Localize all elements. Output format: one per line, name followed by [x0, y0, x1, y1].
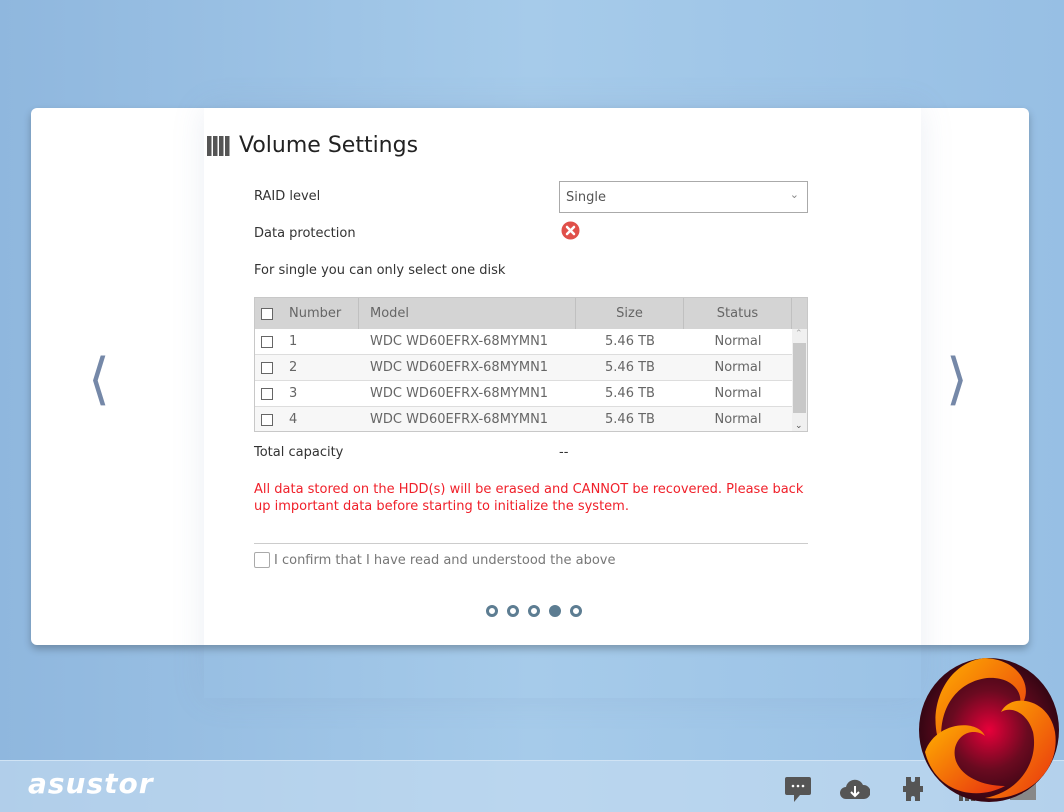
selection-hint: For single you can only select one disk [254, 263, 506, 278]
next-arrow-icon[interactable]: ⟩ [946, 352, 968, 408]
swirl-logo [919, 658, 1059, 802]
divider [254, 543, 808, 544]
table-header: Number Model Size Status [255, 298, 807, 329]
step-dot[interactable] [507, 605, 519, 617]
table-row[interactable]: 2 WDC WD60EFRX-68MYMN1 5.46 TB Normal [255, 355, 807, 381]
scroll-down-icon[interactable]: ⌄ [795, 421, 803, 431]
disk-checkbox[interactable] [261, 361, 273, 374]
volume-icon [207, 135, 230, 156]
chevron-down-icon: ⌄ [789, 188, 799, 201]
prev-arrow-icon[interactable]: ⟨ [88, 352, 110, 408]
table-row[interactable]: 3 WDC WD60EFRX-68MYMN1 5.46 TB Normal [255, 381, 807, 407]
disk-checkbox[interactable] [261, 387, 273, 400]
asustor-logo: asustor [28, 767, 154, 800]
table-row[interactable]: 1 WDC WD60EFRX-68MYMN1 5.46 TB Normal [255, 329, 807, 355]
erase-warning: All data stored on the HDD(s) will be er… [254, 482, 804, 514]
disk-table: Number Model Size Status 1 WDC WD60EFRX-6… [254, 297, 808, 432]
chat-icon[interactable] [784, 775, 814, 803]
step-dot[interactable] [570, 605, 582, 617]
confirm-checkbox-row[interactable]: I confirm that I have read and understoo… [254, 552, 616, 568]
raid-level-select[interactable]: Single ⌄ [559, 181, 808, 213]
table-row[interactable]: 4 WDC WD60EFRX-68MYMN1 5.46 TB Normal [255, 407, 807, 431]
step-dot[interactable] [549, 605, 561, 617]
page-title: Volume Settings [207, 133, 418, 158]
confirm-checkbox[interactable] [254, 552, 270, 568]
step-dot[interactable] [528, 605, 540, 617]
table-scrollbar[interactable]: ⌃ ⌄ [792, 329, 807, 431]
scroll-up-icon[interactable]: ⌃ [795, 329, 803, 339]
step-indicator [486, 605, 582, 617]
error-x-icon [561, 221, 580, 240]
disk-checkbox[interactable] [261, 335, 273, 348]
raid-level-label: RAID level [254, 189, 321, 204]
scrollbar-thumb[interactable] [793, 343, 806, 413]
select-all-checkbox[interactable] [261, 307, 273, 320]
total-capacity-label: Total capacity [254, 445, 344, 460]
data-protection-label: Data protection [254, 226, 356, 241]
cloud-download-icon[interactable] [840, 775, 870, 803]
disk-checkbox[interactable] [261, 413, 273, 426]
total-capacity-value: -- [559, 445, 569, 460]
step-dot[interactable] [486, 605, 498, 617]
